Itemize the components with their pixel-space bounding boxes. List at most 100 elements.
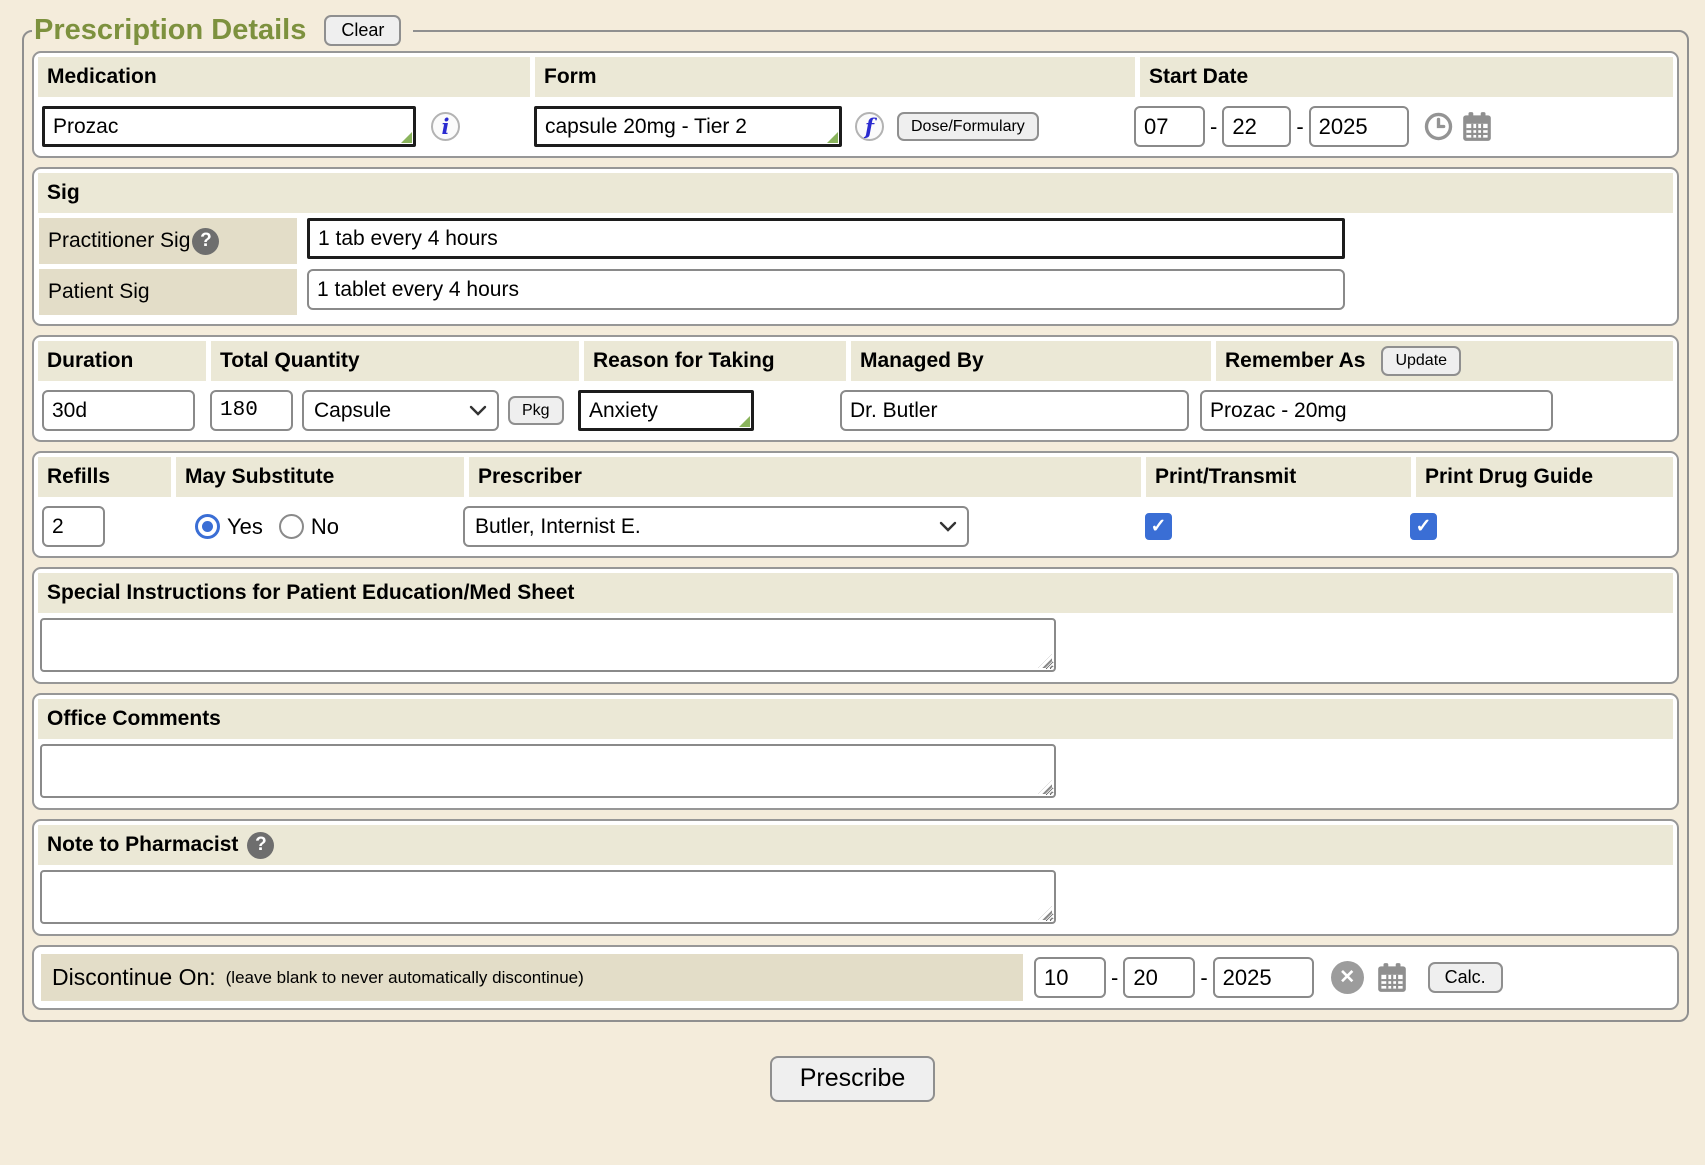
chevron-down-icon — [939, 521, 957, 533]
date-separator: - — [1111, 965, 1118, 991]
office-comments-wrap — [40, 744, 1056, 798]
prescriber-select[interactable]: Butler, Internist E. — [463, 506, 969, 547]
discontinue-year-input[interactable] — [1213, 957, 1314, 998]
duration-label: Duration — [38, 341, 206, 381]
duration-input[interactable] — [42, 390, 195, 431]
medication-combo — [42, 106, 416, 147]
office-comments-textarea[interactable] — [40, 744, 1056, 798]
medication-label: Medication — [38, 57, 530, 97]
print-transmit-checkbox[interactable]: ✓ — [1145, 513, 1172, 540]
office-comments-section: Office Comments — [32, 693, 1679, 810]
pkg-button[interactable]: Pkg — [508, 396, 564, 426]
patient-sig-input[interactable] — [307, 269, 1345, 310]
managed-by-input[interactable] — [840, 390, 1189, 431]
special-instructions-header: Special Instructions for Patient Educati… — [38, 573, 1673, 613]
clock-icon[interactable] — [1423, 111, 1454, 142]
panel-legend: Prescription Details Clear — [32, 14, 413, 47]
start-date-year-input[interactable] — [1309, 106, 1409, 147]
reason-input[interactable] — [578, 390, 754, 431]
refills-section-headers: Refills May Substitute Prescriber Print/… — [38, 457, 1673, 497]
drug-info-icon[interactable]: i — [431, 112, 460, 141]
calc-button[interactable]: Calc. — [1428, 962, 1503, 994]
details-section: Duration Total Quantity Reason for Takin… — [32, 335, 1679, 442]
substitute-no-radio[interactable] — [279, 514, 304, 539]
total-quantity-input[interactable] — [210, 390, 293, 431]
refills-section: Refills May Substitute Prescriber Print/… — [32, 451, 1679, 558]
page-title: Prescription Details — [34, 14, 306, 47]
refills-section-fields: Yes No Butler, Internist E. ✓ ✓ — [38, 501, 1673, 552]
form-label: Form — [535, 57, 1135, 97]
medication-section-headers: Medication Form Start Date — [38, 57, 1673, 97]
discontinue-month-input[interactable] — [1034, 957, 1106, 998]
print-transmit-label: Print/Transmit — [1146, 457, 1411, 497]
substitute-yes-radio[interactable] — [195, 514, 220, 539]
start-date-day-input[interactable] — [1222, 106, 1291, 147]
prescriber-select-value: Butler, Internist E. — [475, 515, 641, 539]
formulary-icon[interactable]: f — [855, 112, 884, 141]
print-drug-guide-checkbox[interactable]: ✓ — [1410, 513, 1437, 540]
prescriber-label: Prescriber — [469, 457, 1141, 497]
discontinue-label-cell: Discontinue On: (leave blank to never au… — [41, 954, 1023, 1001]
practitioner-sig-label: Practitioner Sig — [48, 229, 190, 253]
patient-sig-label-cell: Patient Sig — [39, 269, 297, 315]
note-to-pharmacist-section: Note to Pharmacist ? — [32, 819, 1679, 936]
prescription-details-panel: Prescription Details Clear Medication Fo… — [22, 14, 1689, 1022]
clear-button[interactable]: Clear — [324, 15, 401, 47]
prescribe-row: Prescribe — [0, 1056, 1705, 1102]
date-separator: - — [1210, 114, 1217, 140]
discontinue-row: Discontinue On: (leave blank to never au… — [38, 951, 1673, 1004]
note-to-pharmacist-wrap — [40, 870, 1056, 924]
special-instructions-textarea[interactable] — [40, 618, 1056, 672]
start-date-group: - - — [1134, 106, 1409, 147]
start-date-month-input[interactable] — [1134, 106, 1205, 147]
may-substitute-label: May Substitute — [176, 457, 464, 497]
details-section-headers: Duration Total Quantity Reason for Takin… — [38, 341, 1673, 381]
clear-date-icon[interactable]: ✕ — [1331, 961, 1364, 994]
help-icon[interactable]: ? — [192, 228, 219, 255]
medication-section: Medication Form Start Date i f Dose/Form… — [32, 51, 1679, 158]
sig-section: Sig Practitioner Sig ? Patient Sig — [32, 167, 1679, 326]
practitioner-sig-input[interactable] — [307, 218, 1345, 259]
reason-combo — [578, 390, 754, 431]
unit-select[interactable]: Capsule — [302, 390, 499, 431]
remember-as-input[interactable] — [1200, 390, 1553, 431]
discontinue-hint: (leave blank to never automatically disc… — [226, 968, 584, 988]
refills-input[interactable] — [42, 506, 105, 547]
remember-as-header: Remember As Update — [1216, 341, 1673, 381]
managed-by-label: Managed By — [851, 341, 1211, 381]
form-combo — [534, 106, 842, 147]
note-to-pharmacist-textarea[interactable] — [40, 870, 1056, 924]
discontinue-section: Discontinue On: (leave blank to never au… — [32, 945, 1679, 1010]
details-section-fields: Capsule Pkg — [38, 385, 1673, 436]
note-to-pharmacist-header: Note to Pharmacist ? — [38, 825, 1673, 865]
unit-select-value: Capsule — [314, 399, 391, 423]
special-instructions-wrap — [40, 618, 1056, 672]
reason-label: Reason for Taking — [584, 341, 846, 381]
help-icon[interactable]: ? — [247, 832, 274, 859]
practitioner-sig-label-cell: Practitioner Sig ? — [39, 218, 297, 264]
date-separator: - — [1200, 965, 1207, 991]
note-to-pharmacist-header-inner: Note to Pharmacist ? — [47, 832, 274, 859]
note-to-pharmacist-label: Note to Pharmacist — [47, 833, 238, 857]
prescribe-button[interactable]: Prescribe — [770, 1056, 936, 1102]
dose-formulary-button[interactable]: Dose/Formulary — [897, 112, 1039, 142]
calendar-icon[interactable] — [1460, 110, 1494, 144]
form-input[interactable] — [534, 106, 842, 147]
patient-sig-row: Patient Sig — [38, 269, 1673, 315]
chevron-down-icon — [469, 405, 487, 417]
discontinue-day-input[interactable] — [1123, 957, 1195, 998]
patient-sig-label: Patient Sig — [48, 280, 150, 304]
discontinue-date-group: - - — [1034, 957, 1314, 998]
medication-input[interactable] — [42, 106, 416, 147]
practitioner-sig-row: Practitioner Sig ? — [38, 218, 1673, 264]
print-drug-guide-label: Print Drug Guide — [1416, 457, 1673, 497]
substitute-no-label: No — [311, 514, 339, 540]
update-button[interactable]: Update — [1381, 346, 1461, 376]
medication-section-fields: i f Dose/Formulary - - — [38, 101, 1673, 152]
calendar-icon[interactable] — [1375, 961, 1409, 995]
total-quantity-label: Total Quantity — [211, 341, 579, 381]
remember-as-label: Remember As — [1225, 349, 1365, 373]
date-separator: - — [1296, 114, 1303, 140]
special-instructions-section: Special Instructions for Patient Educati… — [32, 567, 1679, 684]
discontinue-label: Discontinue On: — [52, 964, 216, 991]
